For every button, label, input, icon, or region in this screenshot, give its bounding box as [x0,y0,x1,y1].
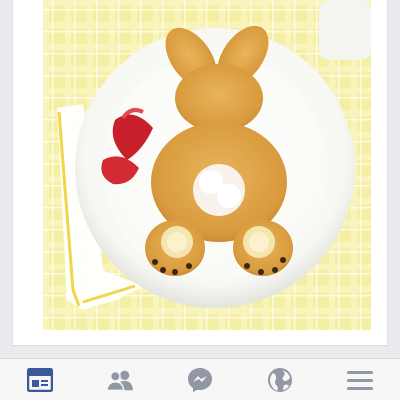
tab-notifications[interactable] [266,366,294,394]
tab-friend-requests[interactable] [106,366,134,394]
friend-requests-icon [106,370,134,391]
notifications-globe-icon [268,367,292,392]
bottom-tab-bar [0,358,400,400]
tab-messenger[interactable] [186,366,214,394]
messenger-icon [188,367,212,392]
more-menu-icon [347,370,373,390]
news-feed-icon [27,367,53,392]
tab-more-menu[interactable] [346,366,374,394]
post-photo[interactable] [43,0,371,330]
post-card [12,0,388,346]
bunny-pancake-photo [43,0,371,330]
news-feed[interactable] [0,0,400,358]
tab-news-feed[interactable] [26,366,54,394]
